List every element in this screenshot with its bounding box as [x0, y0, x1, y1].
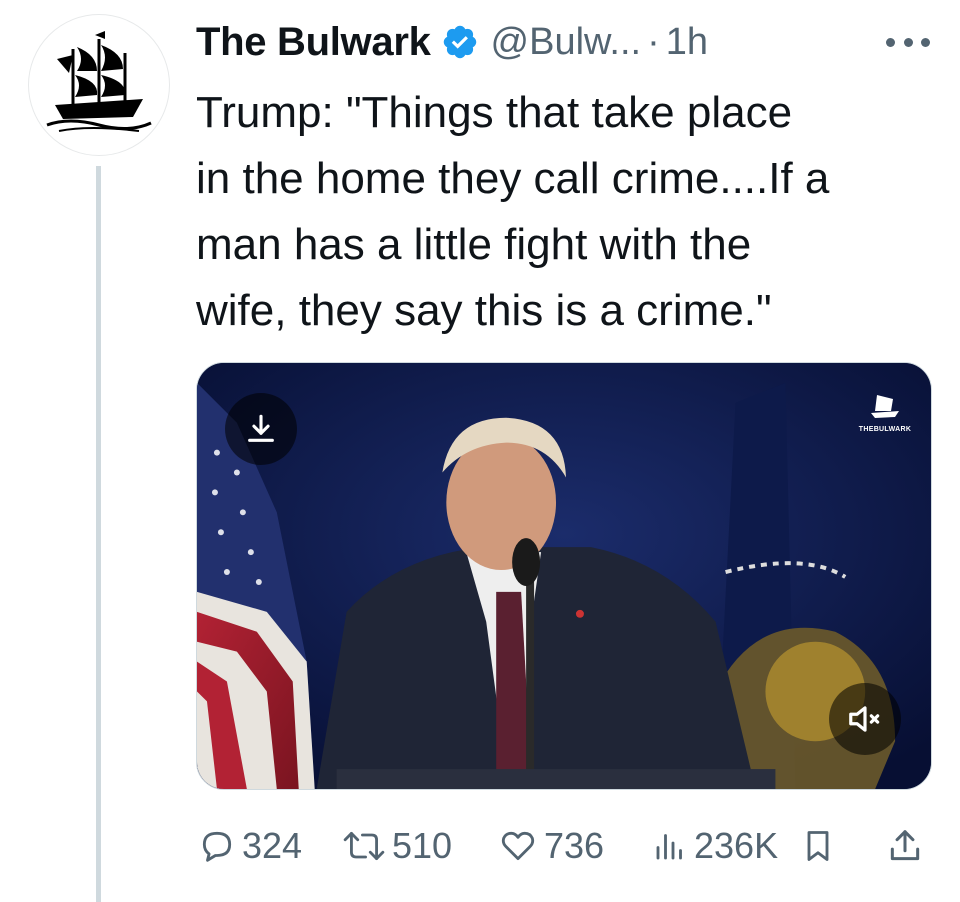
like-button[interactable]: 736	[498, 818, 604, 874]
tweet-action-bar: 324 510 736 236K	[196, 818, 936, 874]
share-icon	[890, 830, 920, 861]
tweet-timestamp[interactable]: 1h	[666, 21, 708, 64]
verified-badge-icon	[441, 23, 479, 61]
author-avatar[interactable]	[28, 14, 170, 156]
more-dot-icon	[921, 37, 930, 47]
author-handle[interactable]: @Bulw...	[491, 21, 642, 64]
unmute-button[interactable]	[829, 683, 901, 755]
download-icon	[248, 414, 274, 442]
more-dot-icon	[886, 37, 895, 47]
video-frame-image	[197, 363, 931, 789]
more-options-button[interactable]	[886, 24, 930, 60]
thread-line	[96, 166, 101, 902]
retweet-icon	[343, 832, 385, 860]
bookmark-icon	[807, 831, 829, 861]
reply-button[interactable]: 324	[198, 818, 302, 874]
tweet-header: The Bulwark @Bulw... · 1h	[196, 14, 930, 70]
ship-logo-icon	[871, 395, 899, 418]
like-count: 736	[544, 825, 605, 866]
more-dot-icon	[903, 37, 913, 47]
tweet-video[interactable]: THEBULWARK	[196, 362, 932, 790]
view-count: 236K	[694, 825, 779, 866]
views-button[interactable]: 236K	[652, 818, 778, 874]
ship-logo-icon	[46, 31, 152, 132]
retweet-count: 510	[392, 825, 453, 866]
speaker-muted-icon	[849, 706, 880, 732]
reply-icon	[202, 831, 232, 862]
analytics-icon	[656, 834, 682, 860]
bookmark-button[interactable]	[800, 818, 836, 874]
reply-count: 324	[242, 825, 303, 866]
separator-dot: ·	[647, 20, 660, 63]
watermark-text: THEBULWARK	[858, 426, 912, 433]
author-name[interactable]: The Bulwark	[196, 20, 431, 65]
retweet-button[interactable]: 510	[342, 818, 452, 874]
heart-icon	[501, 831, 535, 861]
watermark-logo: THEBULWARK	[855, 391, 915, 433]
share-button[interactable]	[886, 818, 924, 874]
download-button[interactable]	[225, 393, 297, 465]
tweet-text: Trump: "Things that take place in the ho…	[196, 88, 830, 335]
